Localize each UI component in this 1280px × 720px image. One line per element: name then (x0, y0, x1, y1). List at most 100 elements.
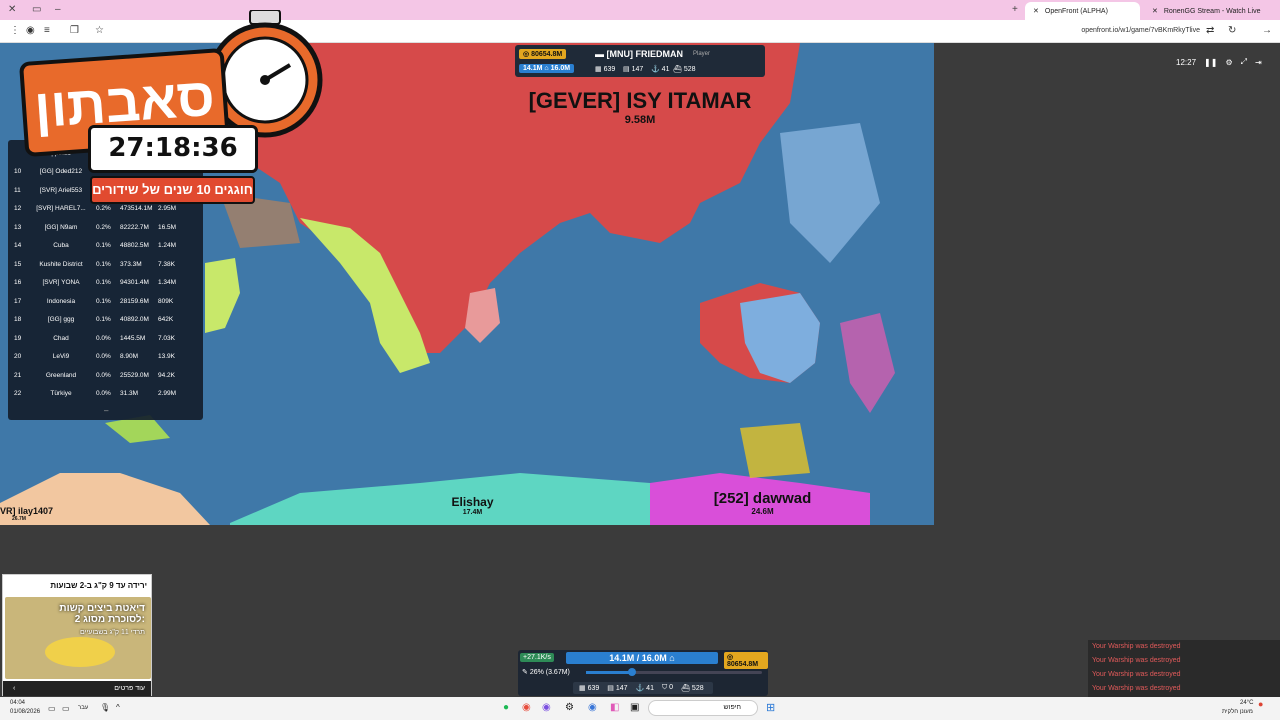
leaderboard-row[interactable]: 19 Chad 0.0% 1445.5M 7.03K (8, 329, 203, 347)
leaderboard-rank: 22 (14, 390, 22, 397)
leaderboard-row[interactable]: 22 Türkiye 0.0% 31.3M 2.99M (8, 385, 203, 403)
chevron-up-icon[interactable]: ^ (116, 703, 120, 712)
collapse-leaderboard-icon[interactable]: – (104, 406, 108, 415)
leaderboard-gold: 48802.5M (120, 242, 149, 249)
leaderboard-percent: 0.0% (96, 353, 111, 360)
settings-icon[interactable]: ⚙ (565, 702, 574, 713)
taskbar-search[interactable]: חיפוש (648, 700, 758, 716)
green-territory-west (205, 258, 240, 333)
clock-date: 01/08/2026 (10, 709, 41, 715)
reload-icon[interactable]: ↻ (1228, 25, 1236, 36)
tab-title: RonenGG Stream - Watch Live (1163, 7, 1261, 15)
leaderboard-row[interactable]: 21 Greenland 0.0% 25529.0M 94.2K (8, 366, 203, 384)
new-tab-icon[interactable]: + (1012, 4, 1018, 15)
tab-openfront[interactable]: ✕ OpenFront (ALPHA) (1025, 2, 1140, 20)
url-field[interactable]: openfront.io/w1/game/7vBKmRkyTlive (1081, 27, 1200, 34)
back-icon[interactable]: → (1262, 25, 1272, 36)
leaderboard-troops: 7.03K (158, 334, 175, 342)
tab-stream[interactable]: ✕ RonenGG Stream - Watch Live (1144, 2, 1272, 20)
fullscreen-icon[interactable]: ⤢ (1241, 57, 1247, 67)
leaderboard-row[interactable]: 13 [GG] N9am 0.2% 82222.7M 16.5M (8, 218, 203, 236)
event-log-item: Your Warship was destroyed (1092, 685, 1181, 692)
leaderboard-rank: 13 (14, 223, 22, 231)
game-time: 12:27 (1176, 57, 1197, 67)
close-tab-icon[interactable]: ✕ (1152, 7, 1158, 15)
stat-ports: ⚓ 41 (635, 685, 654, 692)
stat-ships: ⛴ 528 (681, 685, 704, 692)
leaderboard-rank: 19 (14, 334, 22, 342)
leaderboard-name: Chad (53, 334, 69, 342)
microphone-icon[interactable]: 🎙 (100, 703, 110, 712)
language-indicator[interactable]: עבר (78, 705, 88, 711)
edge-icon[interactable]: ◉ (588, 702, 597, 713)
leaderboard-troops: 1.34M (158, 279, 177, 286)
exit-icon[interactable]: ⇥ (1255, 58, 1262, 67)
windows-taskbar: 04:04 01/08/2026 ▭ ▭ עבר 🎙 ^ ● ◉ ◉ ⚙ ◉ ◧… (0, 697, 1280, 720)
spotify-icon[interactable]: ● (503, 702, 509, 713)
player-troops-label: 24.6M (751, 507, 774, 516)
app-icon[interactable]: ◉ (542, 702, 551, 713)
windows-start-icon[interactable]: ⊞ (766, 701, 775, 714)
leaderboard-row[interactable]: 17 Indonesia 0.1% 28159.6M 809K (8, 292, 203, 310)
event-log-item: Your Warship was destroyed (1092, 671, 1181, 678)
ad-banner[interactable]: ירידה עד 9 ק"ג ב-2 שבועות דיאטת ביצים קש… (2, 574, 152, 696)
gold-display: ◎ 80654.8M (724, 652, 768, 669)
leaderboard-troops: 16.5M (158, 223, 177, 231)
clock-time: 04:04 (10, 700, 26, 706)
subathon-subtitle: חוגגים 10 שנים של שידורים (90, 176, 255, 204)
ad-footer[interactable]: ‹ עוד פרטים (3, 681, 151, 696)
weather-icon[interactable]: ● (1258, 699, 1263, 709)
stat-cities: ▤ 147 (607, 685, 628, 692)
leaderboard-row[interactable]: 14 Cuba 0.1% 48802.5M 1.24M (8, 237, 203, 255)
event-log-item: Your Warship was destroyed (1092, 657, 1181, 664)
leaderboard-rank: 15 (14, 260, 22, 268)
leaderboard-gold: 82222.7M (120, 223, 149, 231)
settings-icon[interactable]: ⇄ (1206, 25, 1214, 36)
notification-icon[interactable]: ▭ (48, 704, 56, 713)
stat-ports: ⚓ 41 (651, 66, 670, 73)
file-explorer-icon[interactable]: ▣ (630, 702, 639, 713)
browser-icon[interactable]: ◧ (610, 702, 619, 713)
ad-subtext: תרדי 11 ק"ג בשבועיים (80, 629, 145, 636)
leaderboard-name: Kushite District (39, 260, 83, 268)
leaderboard-gold: 94301.4M (120, 279, 149, 286)
troops-bar: 14.1M / 16.0M ⌂ (566, 652, 718, 664)
leaderboard-row[interactable]: 20 LeVi9 0.0% 8.90M 13.9K (8, 348, 203, 366)
player-name-label: VR] ilay1407 (0, 506, 54, 516)
attack-ratio-slider[interactable] (586, 668, 762, 676)
leaderboard-row[interactable]: 16 [SVR] YONA 0.1% 94301.4M 1.34M (8, 274, 203, 292)
leaderboard-troops: 7.38K (158, 260, 175, 268)
player-name-label: [252] dawwad (713, 490, 812, 507)
settings-gear-icon[interactable]: ⚙ (1225, 58, 1232, 67)
player-info-bar: ◎ 80654.8M ▬ [MNU] FRIEDMAN Player 14.1M… (515, 45, 765, 77)
ad-top-text: ירידה עד 9 ק"ג ב-2 שבועות (50, 581, 147, 590)
leaderboard-rank: 14 (14, 242, 22, 249)
weather-temp: 24°C (1240, 700, 1254, 706)
map-label-ilay: VR] ilay1407 26.7M (0, 506, 60, 522)
display-icon[interactable]: ▭ (62, 704, 70, 713)
leaderboard-gold: 31.3M (120, 390, 139, 397)
bottom-control-bar: +27.1K/s 14.1M / 16.0M ⌂ ◎ 80654.8M ✎ 26… (518, 650, 768, 696)
leaderboard-gold: 373.3M (120, 260, 142, 268)
leaderboard-troops: 94.2K (158, 371, 175, 379)
chevron-left-icon[interactable]: ‹ (13, 681, 15, 696)
leaderboard-gold: 1445.5M (120, 334, 146, 342)
pause-icon[interactable]: ❚❚ (1204, 58, 1217, 67)
pink-islands (840, 313, 895, 413)
leaderboard-percent: 0.1% (96, 297, 111, 305)
leaderboard-troops: 2.99M (158, 390, 177, 397)
stat-buildings: ▦ 639 (579, 685, 600, 692)
leaderboard-row[interactable]: 18 [GG] ggg 0.1% 40892.0M 642K (8, 311, 203, 329)
gold-badge: ◎ 80654.8M (519, 49, 567, 59)
stat-ships: ⛴ 528 (673, 66, 696, 73)
troops-display: 14.1M ⌂ 16.0M (519, 64, 575, 73)
player-troops-label: 26.7M (12, 516, 26, 522)
leaderboard-percent: 0.2% (96, 223, 111, 231)
stat-defense: ⛉ 0 (661, 684, 674, 691)
chrome-icon[interactable]: ◉ (522, 702, 531, 713)
leaderboard-gold: 8.90M (120, 353, 139, 360)
close-tab-icon[interactable]: ✕ (1033, 7, 1039, 15)
stream-overlay: סאבתון 27:18:36 חוגגים 10 שנים של שידורי… (10, 10, 330, 210)
leaderboard-row[interactable]: 15 Kushite District 0.1% 373.3M 7.38K (8, 255, 203, 273)
ad-footer-label: עוד פרטים (114, 685, 145, 692)
